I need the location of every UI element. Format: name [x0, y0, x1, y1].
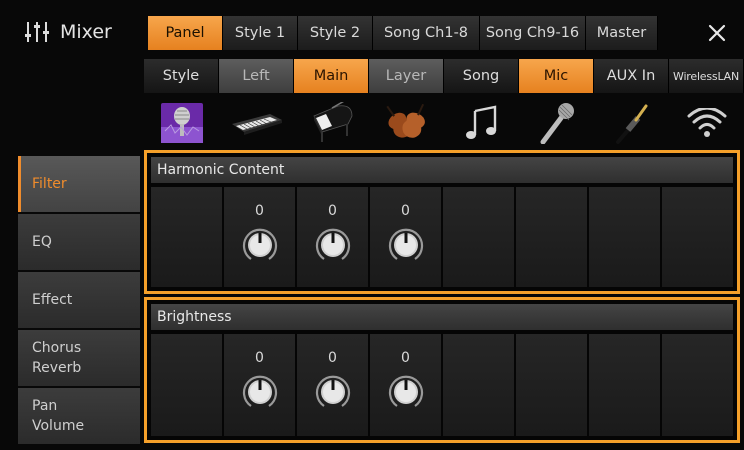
- panel-heading: Brightness: [151, 304, 733, 330]
- knob-icon[interactable]: [241, 226, 279, 264]
- part-icon-cell-main[interactable]: [294, 95, 369, 150]
- part-style-button[interactable]: Style: [144, 59, 219, 93]
- column-left: 0: [224, 187, 295, 287]
- part-icon-cell-style[interactable]: [144, 95, 219, 150]
- side-item-eq[interactable]: EQ: [18, 214, 140, 270]
- part-icon-cell-mic[interactable]: [519, 95, 594, 150]
- side-item-label: EQ: [32, 234, 52, 250]
- part-icon-row: [144, 95, 744, 150]
- column-song: [443, 187, 514, 287]
- close-icon: [708, 24, 726, 42]
- wifi-icon: [687, 107, 726, 137]
- knob-value: 0: [255, 203, 264, 219]
- part-song-button[interactable]: Song: [444, 59, 519, 93]
- knob-value: 0: [401, 203, 410, 219]
- tab-style-2[interactable]: Style 2: [298, 16, 373, 50]
- audio-plug-icon: [615, 104, 647, 144]
- knob-icon[interactable]: [314, 226, 352, 264]
- part-icon-cell-left[interactable]: [219, 95, 294, 150]
- tab-master[interactable]: Master: [586, 16, 658, 50]
- knob-value: 0: [401, 350, 410, 366]
- side-item-pan-volume[interactable]: Pan Volume: [18, 388, 140, 444]
- column-wireless-lan: [662, 187, 733, 287]
- keyboard-icon: [231, 113, 282, 135]
- tab-panel[interactable]: Panel: [148, 16, 223, 50]
- tab-song-ch1-8[interactable]: Song Ch1-8: [373, 16, 480, 50]
- knob-icon[interactable]: [387, 373, 425, 411]
- side-item-label: Filter: [32, 176, 67, 192]
- column-main: 0: [297, 334, 368, 436]
- column-wireless-lan: [662, 334, 733, 436]
- knob-icon[interactable]: [387, 226, 425, 264]
- column-layer: 0: [370, 334, 441, 436]
- brightness-columns: 0 0 0: [151, 334, 733, 436]
- part-icon-cell-song[interactable]: [444, 95, 519, 150]
- mixer-title-text: Mixer: [60, 21, 112, 43]
- mixer-title: Mixer: [24, 14, 112, 50]
- violins-icon: [385, 103, 425, 138]
- mixer-icon: [25, 22, 49, 42]
- knob-value: 0: [328, 203, 337, 219]
- side-item-label: Chorus Reverb: [32, 340, 82, 376]
- side-menu: Filter EQ Effect Chorus Reverb Pan Volum…: [18, 156, 140, 446]
- top-tabs: Panel Style 1 Style 2 Song Ch1-8 Song Ch…: [148, 16, 658, 52]
- part-mic-button[interactable]: Mic: [519, 59, 594, 93]
- side-item-label: Pan Volume: [32, 398, 85, 434]
- grand-piano-icon: [312, 101, 352, 142]
- column-aux-in: [589, 187, 660, 287]
- harmonic-content-panel: Harmonic Content 0 0 0: [144, 150, 740, 294]
- music-note-icon: [465, 105, 496, 139]
- column-mic: [516, 334, 587, 436]
- side-item-chorus-reverb[interactable]: Chorus Reverb: [18, 330, 140, 386]
- side-item-label: Effect: [32, 292, 73, 308]
- part-icon-cell-wireless-lan[interactable]: [669, 95, 744, 150]
- part-icon-cell-aux-in[interactable]: [594, 95, 669, 150]
- brightness-panel: Brightness 0 0 0: [144, 297, 740, 443]
- column-song: [443, 334, 514, 436]
- part-main-button[interactable]: Main: [294, 59, 369, 93]
- side-item-effect[interactable]: Effect: [18, 272, 140, 328]
- column-left: 0: [224, 334, 295, 436]
- panel-heading: Harmonic Content: [151, 157, 733, 183]
- mixer-screen: Mixer Panel Style 1 Style 2 Song Ch1-8 S…: [0, 0, 744, 450]
- column-layer: 0: [370, 187, 441, 287]
- part-wireless-lan-button[interactable]: WirelessLAN: [669, 59, 744, 93]
- column-mic: [516, 187, 587, 287]
- harmonic-content-columns: 0 0 0: [151, 187, 733, 287]
- close-button[interactable]: [697, 16, 737, 50]
- knob-icon[interactable]: [314, 373, 352, 411]
- knob-value: 0: [255, 350, 264, 366]
- microphone-stage-icon: [160, 102, 203, 143]
- column-aux-in: [589, 334, 660, 436]
- knob-icon[interactable]: [241, 373, 279, 411]
- column-style: [151, 187, 222, 287]
- microphone-icon: [540, 102, 574, 144]
- part-icon-cell-layer[interactable]: [369, 95, 444, 150]
- column-style: [151, 334, 222, 436]
- tab-song-ch9-16[interactable]: Song Ch9-16: [480, 16, 586, 50]
- column-main: 0: [297, 187, 368, 287]
- part-left-button[interactable]: Left: [219, 59, 294, 93]
- side-item-filter[interactable]: Filter: [18, 156, 140, 212]
- part-layer-button[interactable]: Layer: [369, 59, 444, 93]
- knob-value: 0: [328, 350, 337, 366]
- part-selector-row: Style Left Main Layer Song Mic AUX In Wi…: [144, 59, 744, 93]
- part-aux-in-button[interactable]: AUX In: [594, 59, 669, 93]
- tab-style-1[interactable]: Style 1: [223, 16, 298, 50]
